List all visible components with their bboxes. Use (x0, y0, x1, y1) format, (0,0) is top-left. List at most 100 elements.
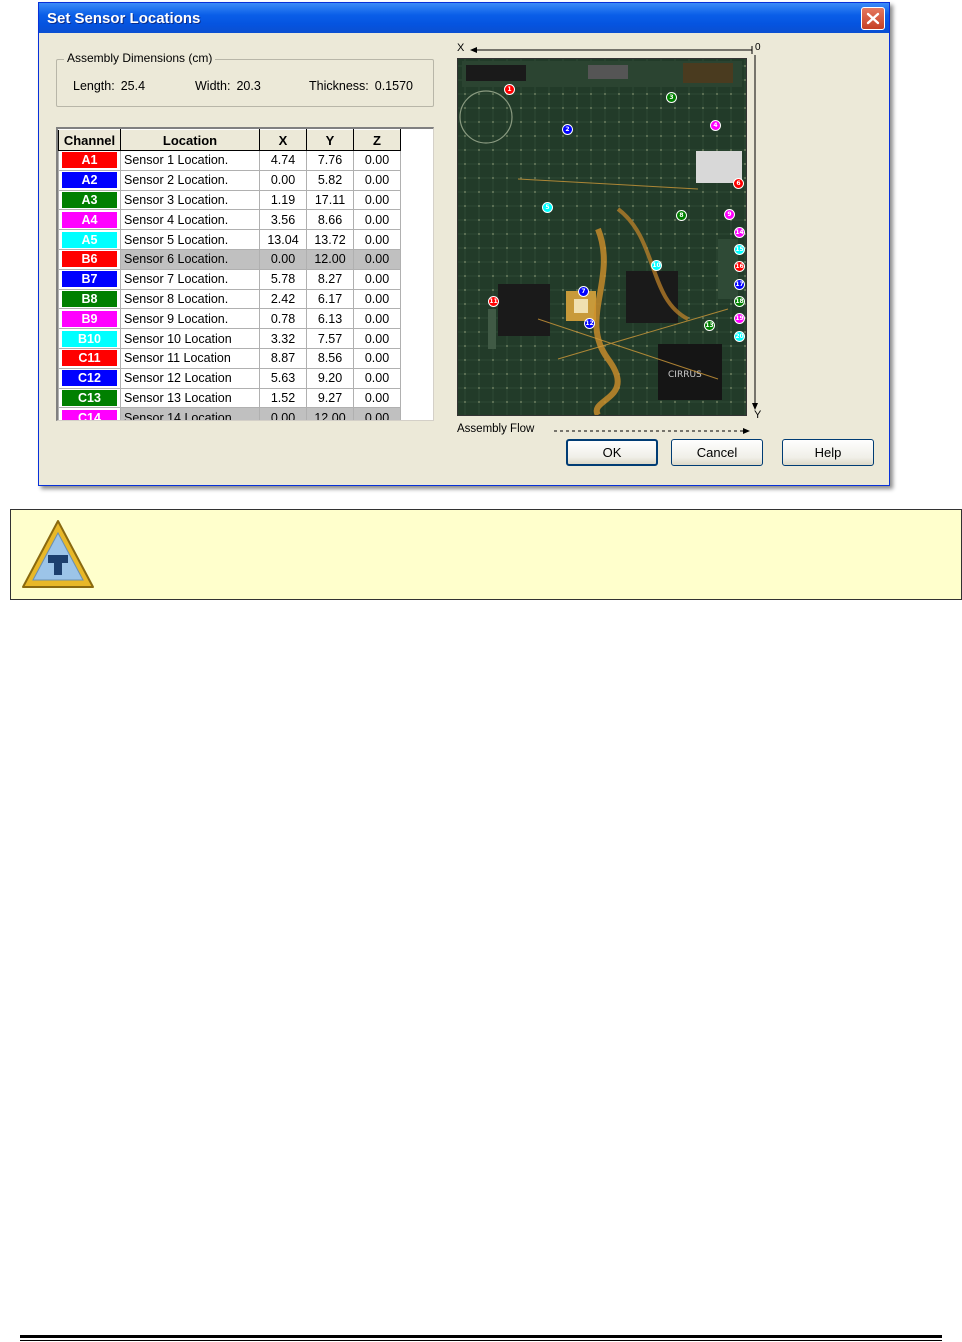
z-cell[interactable]: 0.00 (353, 347, 401, 369)
sensor-marker[interactable]: 5 (542, 202, 553, 213)
sensor-marker[interactable]: 17 (734, 279, 745, 290)
header-y[interactable]: Y (306, 129, 354, 151)
x-cell[interactable]: 0.00 (259, 169, 307, 191)
channel-cell[interactable]: C12 (58, 367, 121, 389)
circuit-board-image[interactable]: CIRRUS 1 2 3 4 5 6 7 8 9 10 11 12 13 14 15 16 17 18 19 20 (457, 58, 747, 416)
header-x[interactable]: X (259, 129, 307, 151)
sensor-marker[interactable]: 4 (710, 120, 721, 131)
location-cell[interactable]: Sensor 11 Location (120, 347, 260, 369)
x-cell[interactable]: 0.00 (259, 407, 307, 420)
channel-cell[interactable]: B10 (58, 328, 121, 349)
x-cell[interactable]: 5.78 (259, 268, 307, 290)
y-cell[interactable]: 6.17 (306, 288, 354, 310)
x-cell[interactable]: 4.74 (259, 150, 307, 171)
sensor-marker[interactable]: 12 (584, 318, 595, 329)
channel-cell[interactable]: B7 (58, 268, 121, 290)
sensor-marker[interactable]: 10 (651, 260, 662, 271)
table-row[interactable]: B9 Sensor 9 Location. 0.78 6.13 0.00 (58, 308, 401, 330)
y-cell[interactable]: 5.82 (306, 169, 354, 191)
sensor-marker[interactable]: 15 (734, 244, 745, 255)
table-row[interactable]: A4 Sensor 4 Location. 3.56 8.66 0.00 (58, 209, 401, 231)
z-cell[interactable]: 0.00 (353, 407, 401, 420)
location-cell[interactable]: Sensor 8 Location. (120, 288, 260, 310)
y-cell[interactable]: 17.11 (306, 189, 354, 211)
sensor-marker[interactable]: 19 (734, 313, 745, 324)
z-cell[interactable]: 0.00 (353, 367, 401, 389)
x-cell[interactable]: 1.19 (259, 189, 307, 211)
sensor-location-grid[interactable]: Channel Location X Y Z A1 Sensor 1 Locati… (56, 127, 434, 421)
sensor-marker[interactable]: 20 (734, 331, 745, 342)
location-cell[interactable]: Sensor 12 Location (120, 367, 260, 389)
close-button[interactable] (861, 7, 885, 30)
y-cell[interactable]: 9.27 (306, 387, 354, 409)
location-cell[interactable]: Sensor 14 Location (120, 407, 260, 420)
z-cell[interactable]: 0.00 (353, 387, 401, 409)
x-cell[interactable]: 5.63 (259, 367, 307, 389)
sensor-marker[interactable]: 6 (733, 178, 744, 189)
table-row[interactable]: B8 Sensor 8 Location. 2.42 6.17 0.00 (58, 288, 401, 310)
channel-cell[interactable]: C13 (58, 387, 121, 409)
location-cell[interactable]: Sensor 1 Location. (120, 150, 260, 171)
location-cell[interactable]: Sensor 2 Location. (120, 169, 260, 191)
z-cell[interactable]: 0.00 (353, 150, 401, 171)
channel-cell[interactable]: A5 (58, 229, 121, 250)
sensor-marker[interactable]: 11 (488, 296, 499, 307)
location-cell[interactable]: Sensor 3 Location. (120, 189, 260, 211)
table-row[interactable]: C13 Sensor 13 Location 1.52 9.27 0.00 (58, 387, 401, 409)
sensor-marker[interactable]: 1 (504, 84, 515, 95)
sensor-marker[interactable]: 7 (578, 286, 589, 297)
y-cell[interactable]: 8.56 (306, 347, 354, 369)
z-cell[interactable]: 0.00 (353, 169, 401, 191)
header-location[interactable]: Location (120, 129, 260, 151)
sensor-marker[interactable]: 2 (562, 124, 573, 135)
y-cell[interactable]: 12.00 (306, 407, 354, 420)
title-bar[interactable]: Set Sensor Locations (39, 3, 889, 33)
location-cell[interactable]: Sensor 10 Location (120, 328, 260, 349)
location-cell[interactable]: Sensor 5 Location. (120, 229, 260, 250)
channel-cell[interactable]: C14 (58, 407, 121, 420)
channel-cell[interactable]: B6 (58, 248, 121, 270)
table-row[interactable]: A5 Sensor 5 Location. 13.04 13.72 0.00 (58, 229, 401, 250)
sensor-marker[interactable]: 16 (734, 261, 745, 272)
z-cell[interactable]: 0.00 (353, 209, 401, 231)
x-cell[interactable]: 3.32 (259, 328, 307, 349)
y-cell[interactable]: 9.20 (306, 367, 354, 389)
table-row[interactable]: B10 Sensor 10 Location 3.32 7.57 0.00 (58, 328, 401, 349)
y-cell[interactable]: 8.66 (306, 209, 354, 231)
header-z[interactable]: Z (353, 129, 401, 151)
z-cell[interactable]: 0.00 (353, 308, 401, 330)
table-row[interactable]: A2 Sensor 2 Location. 0.00 5.82 0.00 (58, 169, 401, 191)
y-cell[interactable]: 7.76 (306, 150, 354, 171)
y-cell[interactable]: 13.72 (306, 229, 354, 250)
x-cell[interactable]: 2.42 (259, 288, 307, 310)
location-cell[interactable]: Sensor 6 Location. (120, 248, 260, 270)
x-cell[interactable]: 0.78 (259, 308, 307, 330)
z-cell[interactable]: 0.00 (353, 288, 401, 310)
y-cell[interactable]: 12.00 (306, 248, 354, 270)
x-cell[interactable]: 1.52 (259, 387, 307, 409)
x-cell[interactable]: 13.04 (259, 229, 307, 250)
header-channel[interactable]: Channel (58, 129, 121, 151)
table-row[interactable]: C12 Sensor 12 Location 5.63 9.20 0.00 (58, 367, 401, 389)
channel-cell[interactable]: B8 (58, 288, 121, 310)
channel-cell[interactable]: A2 (58, 169, 121, 191)
x-cell[interactable]: 3.56 (259, 209, 307, 231)
sensor-marker[interactable]: 9 (724, 209, 735, 220)
x-cell[interactable]: 8.87 (259, 347, 307, 369)
sensor-marker[interactable]: 13 (704, 320, 715, 331)
cancel-button[interactable]: Cancel (671, 439, 763, 466)
table-row[interactable]: A3 Sensor 3 Location. 1.19 17.11 0.00 (58, 189, 401, 211)
location-cell[interactable]: Sensor 7 Location. (120, 268, 260, 290)
ok-button[interactable]: OK (566, 439, 658, 466)
sensor-marker[interactable]: 18 (734, 296, 745, 307)
channel-cell[interactable]: A4 (58, 209, 121, 231)
channel-cell[interactable]: B9 (58, 308, 121, 330)
help-button[interactable]: Help (782, 439, 874, 466)
y-cell[interactable]: 8.27 (306, 268, 354, 290)
y-cell[interactable]: 6.13 (306, 308, 354, 330)
location-cell[interactable]: Sensor 4 Location. (120, 209, 260, 231)
location-cell[interactable]: Sensor 13 Location (120, 387, 260, 409)
location-cell[interactable]: Sensor 9 Location. (120, 308, 260, 330)
x-cell[interactable]: 0.00 (259, 248, 307, 270)
channel-cell[interactable]: A1 (58, 150, 121, 171)
